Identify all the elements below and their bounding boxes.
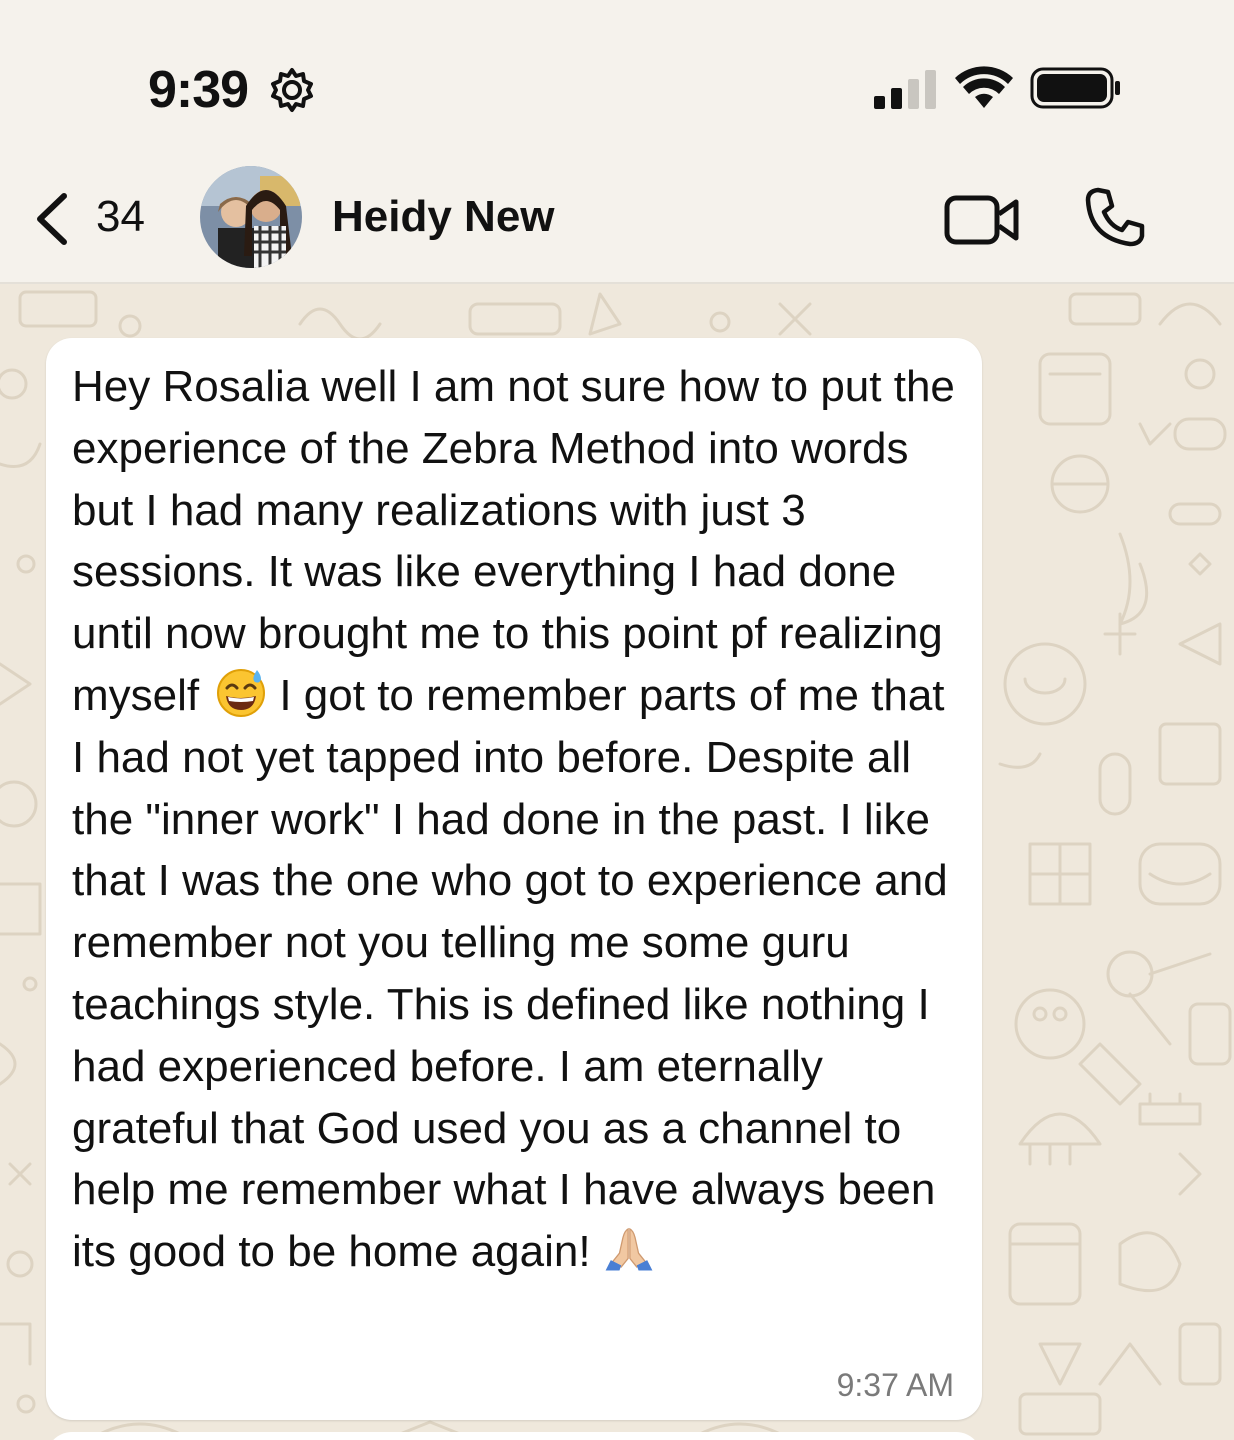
contact-name[interactable]: Heidy New (332, 192, 555, 242)
phone-call-icon[interactable] (1084, 186, 1146, 248)
folded-hands-emoji (605, 1228, 653, 1271)
battery-icon (1030, 67, 1120, 109)
message-text-part2: I got to remember parts of me that I had… (72, 670, 948, 1277)
chat-header: 34 Heidy New (0, 150, 1234, 284)
avatar[interactable] (200, 166, 302, 268)
unread-count[interactable]: 34 (96, 192, 145, 242)
message-text-part1: Hey Rosalia well I am not sure how to pu… (72, 362, 955, 720)
status-time: 9:39 (148, 61, 249, 119)
back-chevron-icon[interactable] (30, 190, 74, 248)
signal-icon (874, 70, 936, 109)
message-text: Hey Rosalia well I am not sure how to pu… (72, 356, 962, 1283)
next-message-bubble[interactable] (46, 1432, 982, 1440)
message-timestamp: 9:37 AM (836, 1367, 954, 1403)
grinning-sweat-emoji (217, 668, 266, 717)
status-bar: 9:39 (0, 0, 1234, 150)
video-call-icon[interactable] (944, 194, 1020, 246)
message-bubble[interactable]: Hey Rosalia well I am not sure how to pu… (46, 338, 982, 1420)
avatar-photo (200, 166, 302, 268)
wifi-icon (955, 66, 1013, 108)
chat-area[interactable]: Hey Rosalia well I am not sure how to pu… (0, 284, 1234, 1440)
gear-icon (271, 68, 313, 112)
